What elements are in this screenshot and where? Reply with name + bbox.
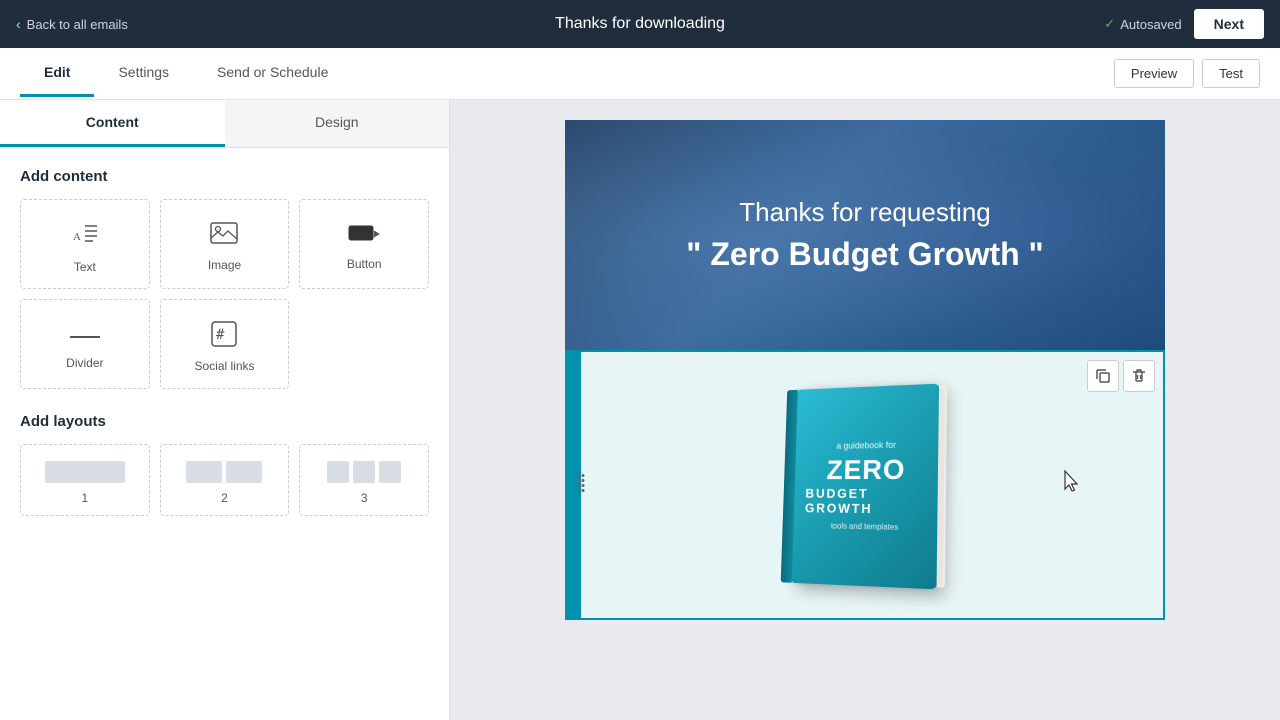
sub-nav: Edit Settings Send or Schedule Preview T… (0, 48, 1280, 100)
email-image-block[interactable]: a guidebook for ZERO BUDGET GROWTH tools… (565, 350, 1165, 620)
book-subtitle: a guidebook for (836, 439, 896, 450)
book-spine (781, 390, 798, 583)
book-illustration: a guidebook for ZERO BUDGET GROWTH tools… (567, 355, 1163, 615)
book-title-budget: BUDGET GROWTH (805, 485, 928, 516)
email-title: Thanks for downloading (555, 15, 725, 33)
top-nav: ‹ Back to all emails Thanks for download… (0, 0, 1280, 48)
sidebar-tab-content[interactable]: Content (0, 100, 225, 147)
content-item-text[interactable]: A Text (20, 199, 150, 289)
back-arrow-icon: ‹ (16, 16, 21, 32)
check-icon: ✓ (1104, 16, 1115, 32)
layout-col-single (45, 461, 125, 483)
autosaved-indicator: ✓ Autosaved (1104, 16, 1181, 32)
svg-text:#: # (216, 327, 225, 343)
block-toolbar (1087, 360, 1155, 392)
layout-col-a (186, 461, 222, 483)
canvas-area: Thanks for requesting " Zero Budget Grow… (450, 100, 1280, 720)
content-items-grid: A Text (20, 199, 429, 389)
sidebar-content-panel: Add content A Text (0, 148, 449, 536)
header-line2: " Zero Budget Growth " (686, 236, 1043, 273)
image-icon (210, 222, 238, 252)
sidebar: Content Design Add content A (0, 100, 450, 720)
tab-group: Edit Settings Send or Schedule (20, 50, 352, 97)
layout-item-1[interactable]: 1 (20, 444, 150, 516)
sub-nav-actions: Preview Test (1114, 59, 1260, 88)
layout-item-2[interactable]: 2 (160, 444, 290, 516)
layout-preview-2 (186, 461, 262, 483)
header-line1: Thanks for requesting (686, 197, 1043, 228)
content-social-label: Social links (194, 359, 254, 373)
book-tools: tools and templates (831, 521, 899, 531)
autosaved-label: Autosaved (1120, 17, 1181, 32)
back-to-all-emails[interactable]: ‹ Back to all emails (16, 16, 128, 32)
header-text: Thanks for requesting " Zero Budget Grow… (686, 197, 1043, 273)
text-icon: A (71, 220, 99, 254)
drag-handle[interactable] (575, 471, 587, 500)
tab-settings[interactable]: Settings (94, 50, 193, 97)
layout-1-label: 1 (81, 491, 88, 505)
sidebar-tab-design[interactable]: Design (225, 100, 450, 147)
content-item-image[interactable]: Image (160, 199, 290, 289)
content-item-divider[interactable]: Divider (20, 299, 150, 389)
preview-button[interactable]: Preview (1114, 59, 1194, 88)
content-divider-label: Divider (66, 356, 103, 370)
layout-preview-1 (45, 461, 125, 483)
layout-col-y (353, 461, 375, 483)
content-image-label: Image (208, 258, 241, 272)
tab-send-schedule[interactable]: Send or Schedule (193, 50, 352, 97)
next-button[interactable]: Next (1194, 9, 1264, 39)
divider-icon (70, 324, 100, 350)
layout-col-b (226, 461, 262, 483)
content-button-label: Button (347, 257, 382, 271)
content-item-social-links[interactable]: # Social links (160, 299, 290, 389)
cursor-indicator (1061, 469, 1083, 501)
add-content-title: Add content (20, 168, 429, 185)
layout-2-label: 2 (221, 491, 228, 505)
book-cover: a guidebook for ZERO BUDGET GROWTH tools… (792, 384, 941, 590)
email-canvas: Thanks for requesting " Zero Budget Grow… (565, 120, 1165, 700)
test-button[interactable]: Test (1202, 59, 1260, 88)
button-icon (348, 223, 380, 251)
nav-right: ✓ Autosaved Next (1104, 9, 1264, 39)
back-label: Back to all emails (27, 17, 128, 32)
social-links-icon: # (211, 321, 237, 353)
content-text-label: Text (74, 260, 96, 274)
delete-button[interactable] (1123, 360, 1155, 392)
tab-edit[interactable]: Edit (20, 50, 94, 97)
add-layouts-title: Add layouts (20, 413, 429, 430)
layout-col-z (379, 461, 401, 483)
layout-3-label: 3 (361, 491, 368, 505)
layout-item-3[interactable]: 3 (299, 444, 429, 516)
layouts-grid: 1 2 3 (20, 444, 429, 516)
main-content: Content Design Add content A (0, 100, 1280, 720)
book-wrapper: a guidebook for ZERO BUDGET GROWTH tools… (792, 384, 941, 590)
book-title-zero: ZERO (826, 453, 906, 485)
sidebar-tab-group: Content Design (0, 100, 449, 148)
email-header-block[interactable]: Thanks for requesting " Zero Budget Grow… (565, 120, 1165, 350)
layout-preview-3 (327, 461, 401, 483)
content-item-button[interactable]: Button (299, 199, 429, 289)
duplicate-button[interactable] (1087, 360, 1119, 392)
svg-text:A: A (73, 231, 81, 243)
layout-col-x (327, 461, 349, 483)
